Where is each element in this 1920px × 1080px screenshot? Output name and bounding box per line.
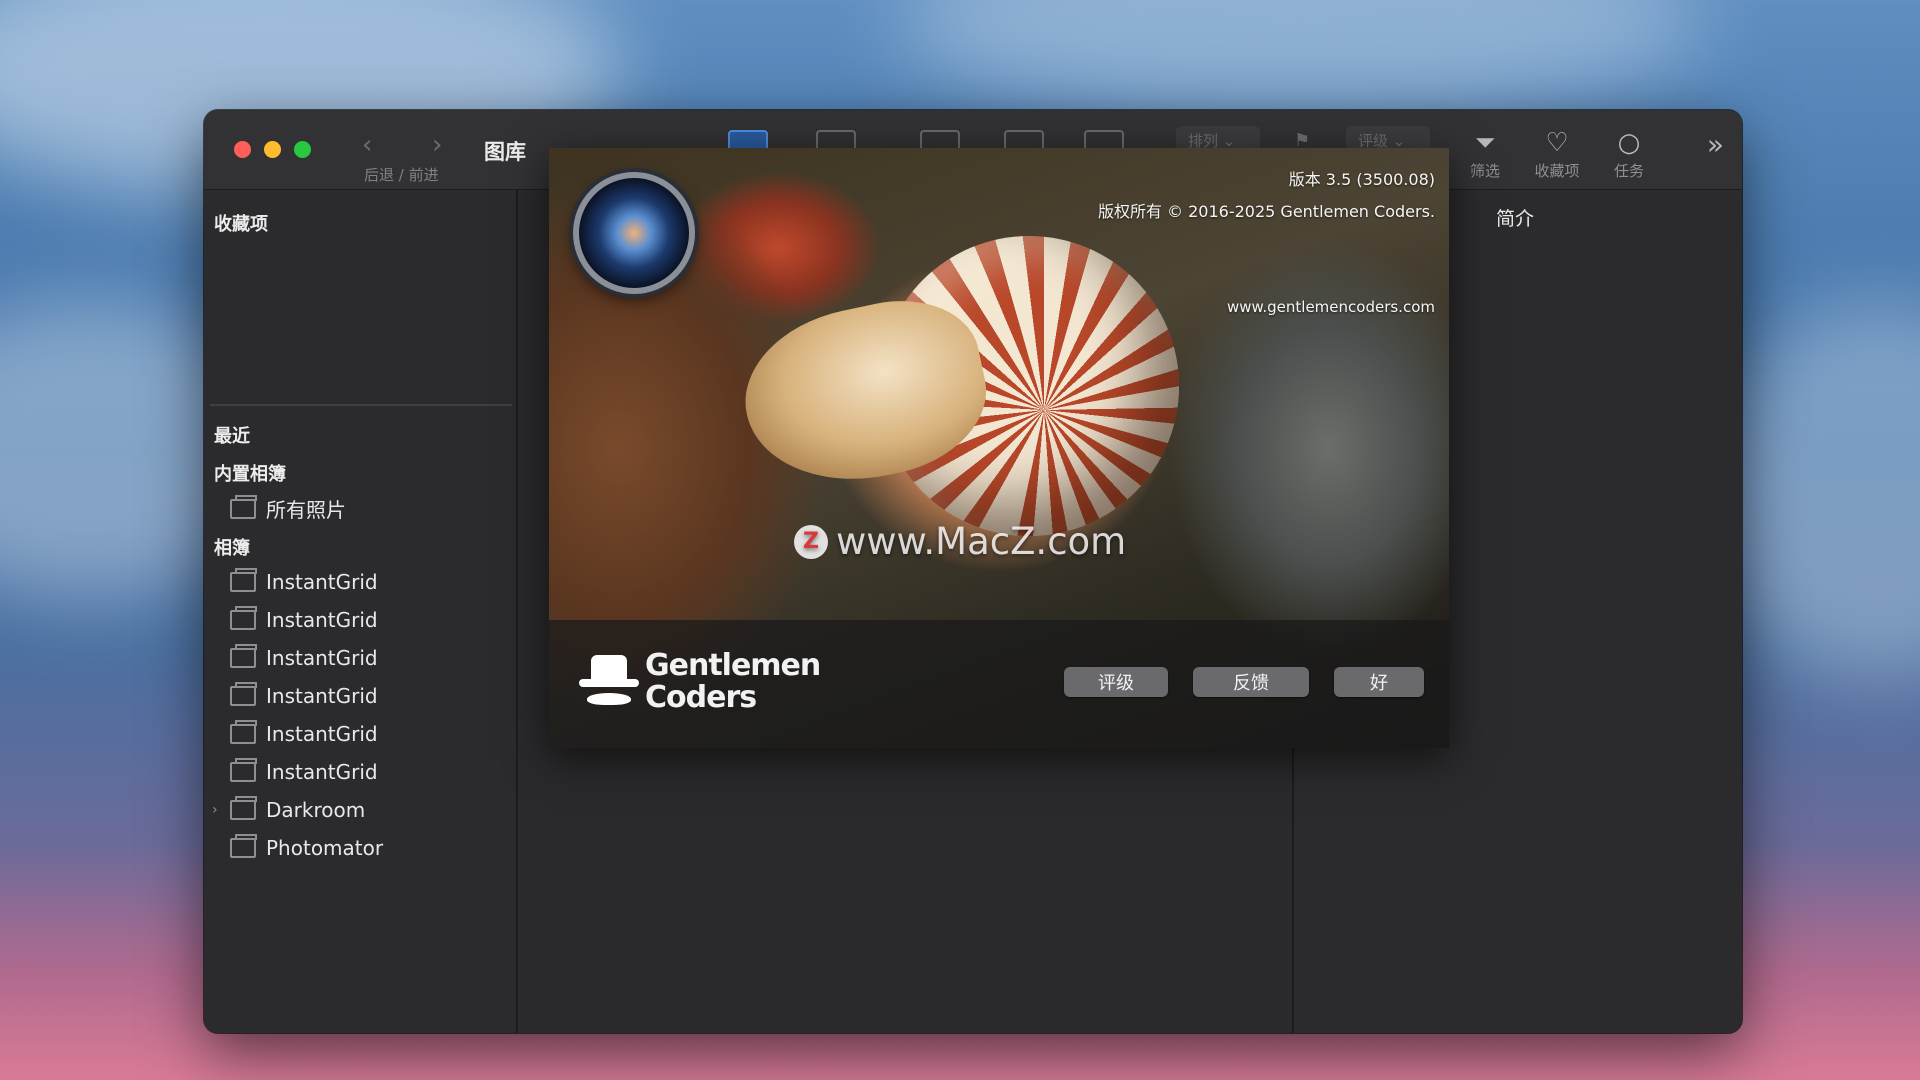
sidebar-item-album[interactable]: Photomator — [230, 834, 384, 860]
sidebar-item-album[interactable]: InstantGrid — [230, 606, 378, 632]
sidebar-item-label: Photomator — [266, 836, 384, 860]
forward-arrow-icon[interactable]: › — [432, 130, 442, 160]
rate-button[interactable]: 评级 — [1064, 667, 1168, 697]
about-dialog: 版本 3.5 (3500.08) 版权所有 © 2016-2025 Gentle… — [549, 148, 1449, 748]
ok-button[interactable]: 好 — [1334, 667, 1424, 697]
sidebar-item-label: InstantGrid — [266, 684, 378, 708]
logo-line-1: Gentlemen — [645, 648, 821, 683]
sidebar-item-label: InstantGrid — [266, 608, 378, 632]
sidebar-item-album[interactable]: InstantGrid — [230, 644, 378, 670]
album-icon — [230, 568, 257, 592]
sidebar-recent-header[interactable]: 最近 — [214, 422, 250, 448]
sidebar-item-label: InstantGrid — [266, 570, 378, 594]
expand-toolbar-icon[interactable]: » — [1707, 128, 1724, 161]
disclosure-chevron-icon[interactable]: › — [212, 802, 218, 818]
sidebar-item-label: 所有照片 — [266, 498, 346, 522]
copyright-text: 版权所有 © 2016-2025 Gentlemen Coders. — [1097, 202, 1435, 221]
sidebar-albums-header: 相簿 — [214, 538, 250, 559]
sidebar-item-album[interactable]: InstantGrid — [230, 758, 378, 784]
album-icon — [230, 758, 257, 782]
logo-line-2: Coders — [645, 680, 757, 715]
watermark-badge: Z — [794, 524, 828, 559]
favorites-button[interactable]: ♡ 收藏项 — [1522, 128, 1592, 181]
funnel-icon: ⏷ — [1474, 128, 1496, 158]
album-icon — [230, 834, 257, 858]
app-logo-icon — [573, 172, 695, 294]
website-link[interactable]: www.gentlemencoders.com — [1227, 298, 1435, 316]
album-icon — [230, 606, 257, 630]
sidebar-item-label: InstantGrid — [266, 760, 378, 784]
close-button[interactable] — [234, 141, 251, 158]
minimize-button[interactable] — [264, 141, 281, 158]
heart-icon: ♡ — [1545, 128, 1569, 158]
sidebar-item-album[interactable]: InstantGrid — [230, 720, 378, 746]
top-hat-icon — [579, 651, 639, 713]
album-icon — [230, 644, 257, 668]
filter-label: 筛选 — [1469, 162, 1500, 180]
window-title: 图库 — [484, 140, 526, 164]
sidebar-item-label: InstantGrid — [266, 722, 378, 746]
sidebar-item-label: Darkroom — [266, 798, 366, 822]
feedback-button[interactable]: 反馈 — [1193, 667, 1309, 697]
version-text: 版本 3.5 (3500.08) — [1288, 170, 1435, 189]
album-icon — [230, 682, 257, 706]
photos-icon — [230, 494, 257, 519]
sidebar-favorites-header: 收藏项 — [214, 214, 268, 235]
gentlemen-coders-logo: Gentlemen Coders — [579, 648, 821, 715]
tasks-label: 任务 — [1613, 162, 1644, 180]
sidebar-item-all-photos[interactable]: 所有照片 — [230, 494, 346, 523]
folder-icon — [230, 796, 257, 820]
sidebar-item-album[interactable]: InstantGrid — [230, 682, 378, 708]
sidebar-divider — [210, 404, 512, 406]
zoom-button[interactable] — [294, 141, 311, 158]
sidebar-item-album[interactable]: InstantGrid — [230, 568, 378, 594]
tasks-button[interactable]: ○ 任务 — [1594, 128, 1664, 181]
circle-icon: ○ — [1617, 128, 1641, 158]
sidebar-item-label: InstantGrid — [266, 646, 378, 670]
album-icon — [230, 720, 257, 744]
filter-button[interactable]: ⏷ 筛选 — [1450, 128, 1520, 181]
about-footer-bar: Gentlemen Coders — [549, 620, 1449, 748]
favorites-label: 收藏项 — [1534, 162, 1580, 180]
sidebar-builtin-header: 内置相簿 — [214, 464, 286, 485]
sidebar-item-folder-darkroom[interactable]: › Darkroom — [212, 796, 366, 822]
sidebar: 收藏项 最近 内置相簿 所有照片 相簿 InstantGrid InstantG… — [204, 190, 518, 1033]
info-panel-header: 简介 — [1496, 208, 1535, 230]
back-arrow-icon[interactable]: ‹ — [362, 130, 372, 160]
nav-label: 后退 / 前进 — [364, 166, 439, 184]
watermark-text: www.MacZ.com — [836, 520, 1127, 563]
watermark: Z www.MacZ.com — [794, 520, 1126, 563]
